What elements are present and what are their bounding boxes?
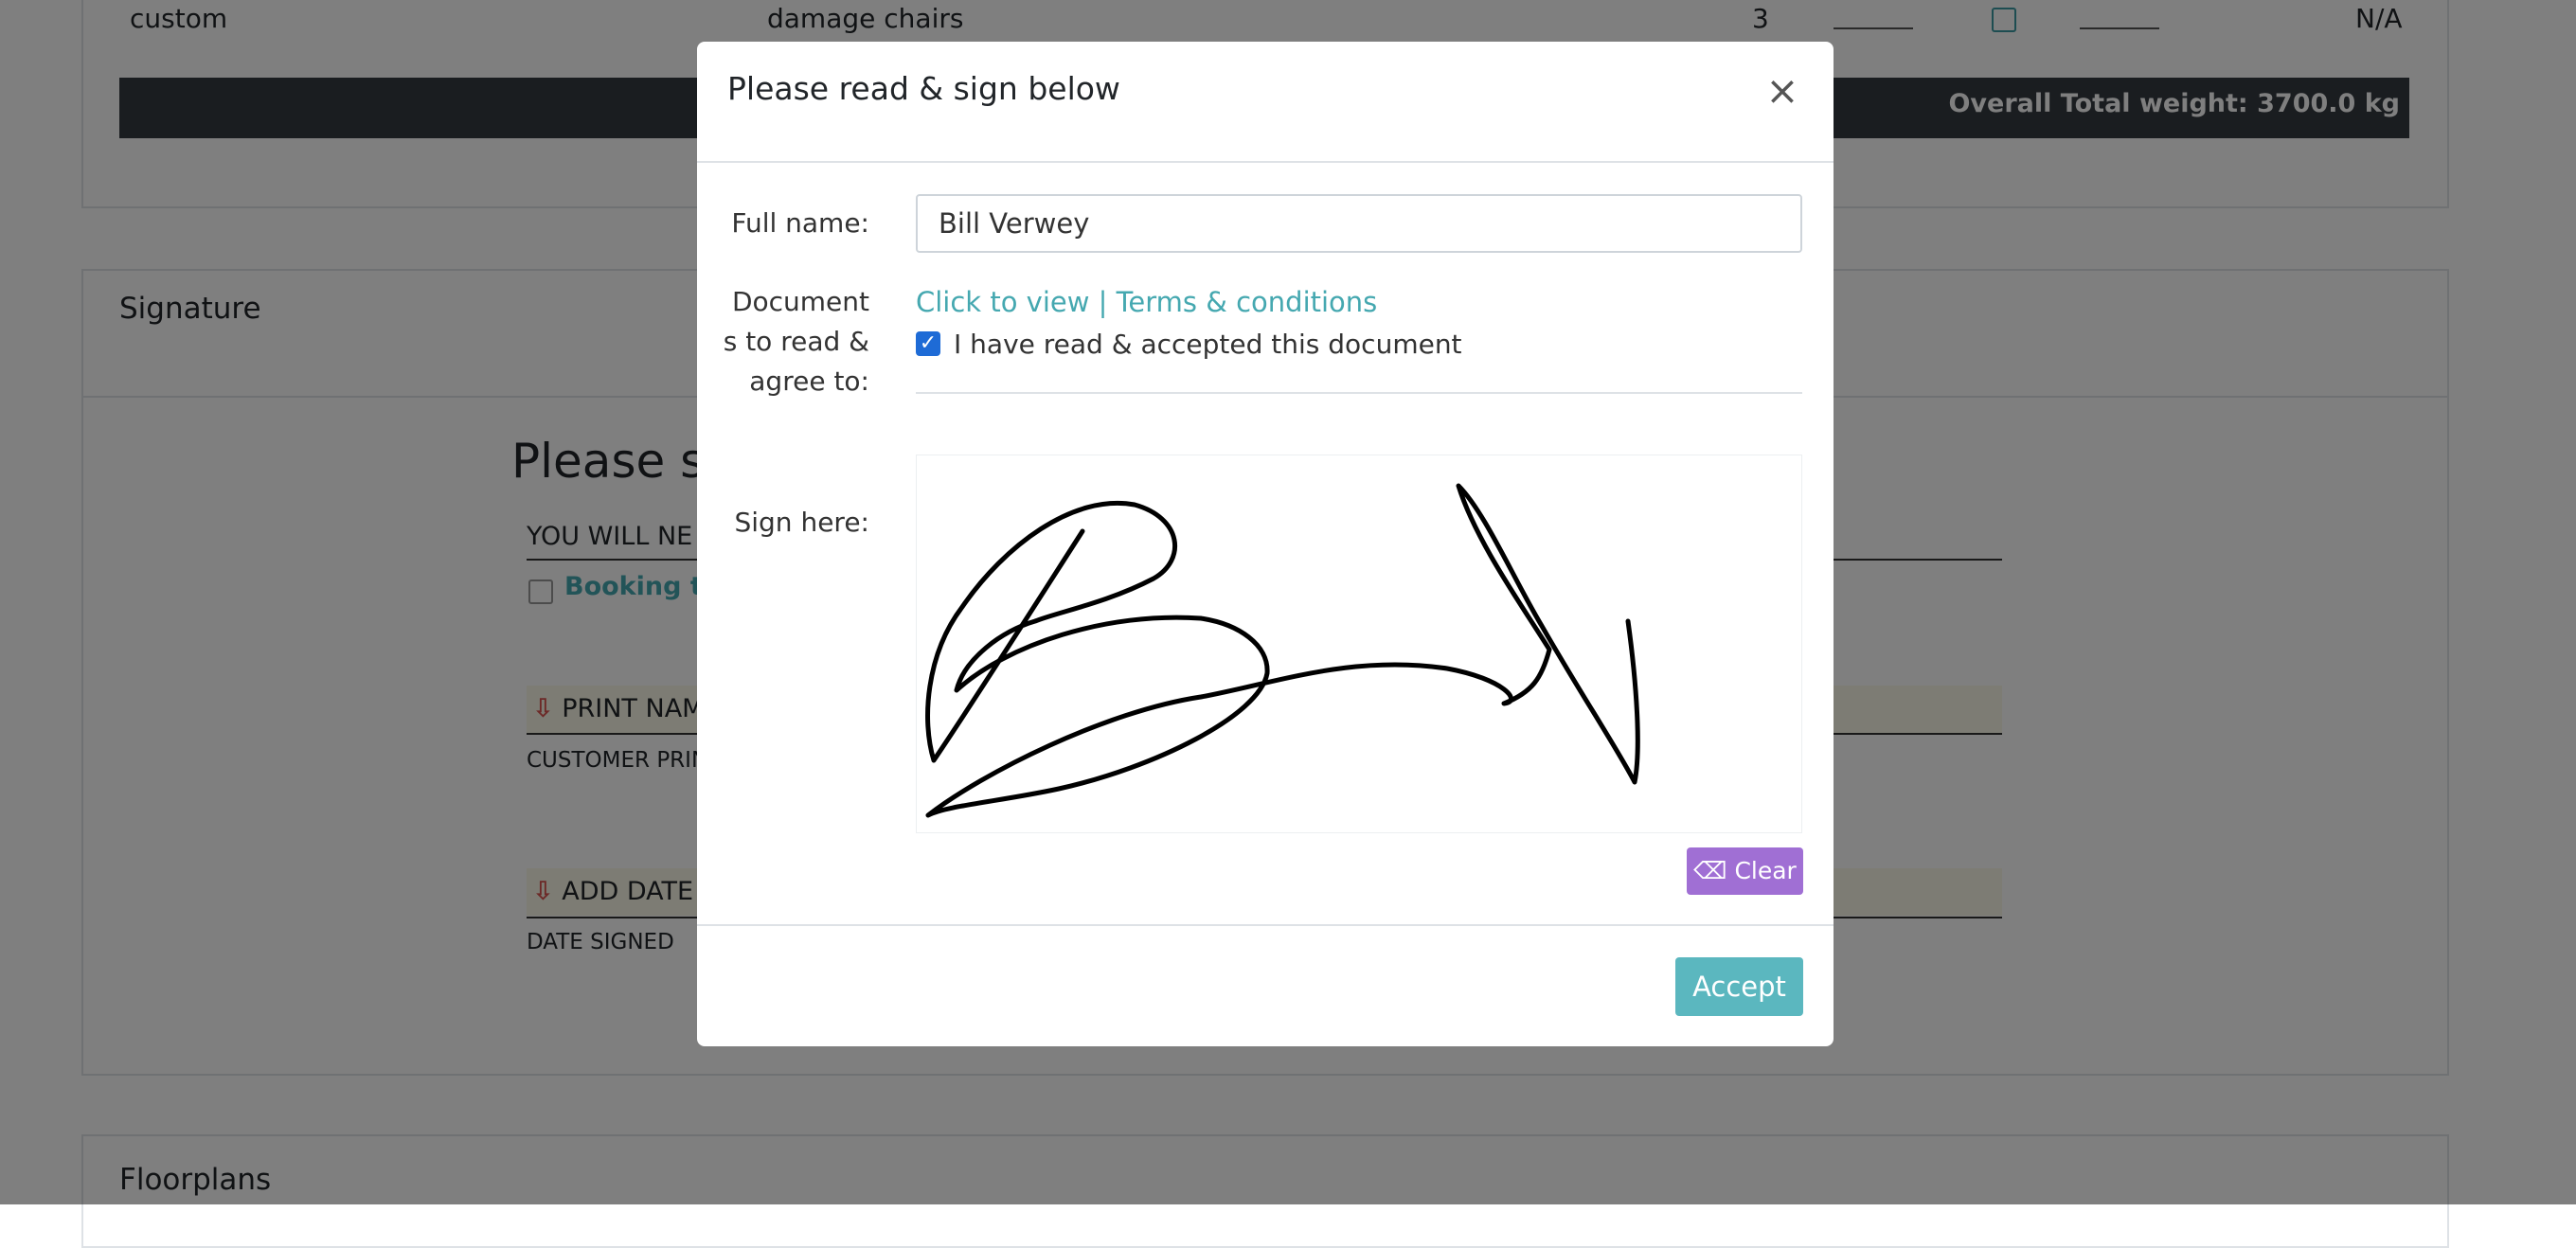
- sign-here-label: Sign here:: [734, 507, 869, 538]
- clear-button[interactable]: ⌫ Clear: [1687, 847, 1803, 895]
- checkmark-icon: ✓: [919, 331, 938, 355]
- clear-label: Clear: [1734, 857, 1797, 884]
- eraser-icon: ⌫: [1693, 857, 1727, 884]
- accept-document-checkbox[interactable]: ✓: [916, 331, 940, 356]
- signature-pad[interactable]: [916, 455, 1802, 833]
- documents-label-line2: s to read &: [723, 326, 869, 357]
- dialog-header: Please read & sign below ×: [697, 42, 1834, 163]
- documents-label-line3: agree to:: [749, 365, 869, 397]
- full-name-input[interactable]: [916, 194, 1802, 253]
- page: custom damage chairs 3 N/A Overall Total…: [0, 0, 2576, 1248]
- dialog-title: Please read & sign below: [727, 70, 1120, 107]
- close-icon: ×: [1765, 67, 1799, 114]
- sign-dialog: Please read & sign below × Full name: Do…: [697, 42, 1834, 1046]
- dialog-footer-divider: [697, 924, 1834, 926]
- divider: [916, 392, 1802, 394]
- documents-label-line1: Document: [731, 286, 869, 317]
- accept-document-label: I have read & accepted this document: [954, 329, 1462, 360]
- terms-conditions-link[interactable]: Click to view | Terms & conditions: [916, 286, 1377, 318]
- documents-label: Document s to read & agree to:: [724, 282, 869, 401]
- signature-drawing: [925, 483, 1640, 818]
- signature-stroke: [925, 483, 1640, 818]
- accept-button[interactable]: Accept: [1675, 957, 1803, 1016]
- close-button[interactable]: ×: [1762, 70, 1803, 112]
- full-name-label: Full name:: [731, 207, 869, 239]
